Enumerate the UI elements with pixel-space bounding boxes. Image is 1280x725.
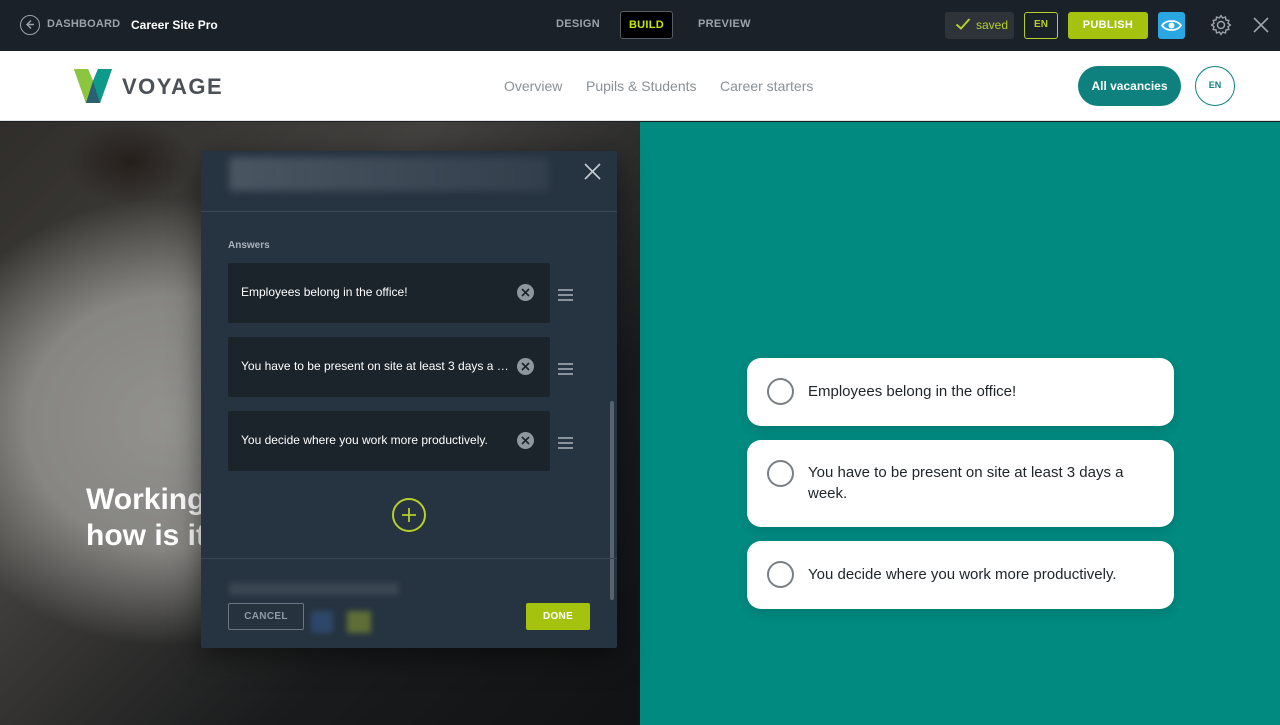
blurred-content [229, 583, 399, 595]
hero-title-line-2: how is it [86, 519, 206, 552]
modal-scrollbar[interactable] [610, 401, 614, 600]
site-header: VOYAGE Overview Pupils & Students Career… [0, 51, 1280, 121]
answers-section-label: Answers [228, 240, 270, 251]
remove-answer-button[interactable] [517, 358, 534, 375]
answer-option-label: You decide where you work more productiv… [808, 566, 1117, 583]
drag-handle-icon[interactable] [558, 289, 573, 304]
publish-button[interactable]: PUBLISH [1068, 12, 1148, 39]
editor-topbar: DASHBOARD Career Site Pro DESIGN BUILD P… [0, 0, 1280, 51]
answer-option-label: Employees belong in the office! [808, 383, 1017, 400]
nav-career-starters[interactable]: Career starters [720, 78, 813, 94]
answer-input-text[interactable]: You decide where you work more productiv… [241, 433, 509, 447]
modal-close-button[interactable] [584, 163, 601, 185]
site-name: Career Site Pro [131, 18, 218, 32]
clear-icon [521, 436, 530, 445]
saved-label: saved [976, 18, 1009, 32]
radio-button[interactable] [767, 561, 794, 588]
close-editor-button[interactable] [1253, 17, 1269, 38]
nav-overview[interactable]: Overview [504, 78, 562, 94]
blurred-modal-title [229, 157, 549, 191]
close-icon [584, 163, 601, 180]
check-icon [955, 18, 971, 30]
answer-option-2[interactable]: You have to be present on site at least … [747, 440, 1174, 527]
answer-input-row[interactable]: Employees belong in the office! [228, 263, 550, 323]
drag-handle-icon[interactable] [558, 437, 573, 452]
voyage-logo-icon[interactable] [74, 69, 112, 103]
answer-option-1[interactable]: Employees belong in the office! [747, 358, 1174, 426]
cancel-button[interactable]: CANCEL [228, 603, 304, 630]
remove-answer-button[interactable] [517, 284, 534, 301]
saved-indicator: saved [945, 12, 1014, 39]
tab-design[interactable]: DESIGN [556, 18, 600, 30]
back-arrow-icon[interactable] [20, 15, 40, 35]
settings-button[interactable] [1210, 14, 1232, 41]
answer-input-row[interactable]: You decide where you work more productiv… [228, 411, 550, 471]
tab-build[interactable]: BUILD [620, 11, 673, 39]
done-button[interactable]: DONE [526, 603, 590, 630]
drag-handle-icon[interactable] [558, 363, 573, 378]
nav-pupils-students[interactable]: Pupils & Students [586, 78, 697, 94]
plus-icon [402, 508, 416, 522]
answer-input-text[interactable]: You have to be present on site at least … [241, 359, 509, 373]
eye-icon [1161, 20, 1182, 31]
dashboard-link[interactable]: DASHBOARD [47, 18, 120, 30]
clear-icon [521, 288, 530, 297]
radio-button[interactable] [767, 378, 794, 405]
divider [201, 558, 617, 559]
divider [201, 211, 617, 212]
blurred-content [311, 611, 333, 633]
remove-answer-button[interactable] [517, 432, 534, 449]
answer-input-text[interactable]: Employees belong in the office! [241, 285, 509, 299]
blurred-content [347, 611, 371, 633]
preview-eye-button[interactable] [1158, 12, 1185, 39]
language-button[interactable]: EN [1024, 12, 1058, 39]
all-vacancies-button[interactable]: All vacancies [1078, 66, 1181, 106]
hero-title: Working how is it [86, 482, 206, 554]
radio-button[interactable] [767, 460, 794, 487]
answer-option-label: You have to be present on site at least … [808, 464, 1124, 502]
logo-text[interactable]: VOYAGE [122, 74, 223, 100]
answer-input-row[interactable]: You have to be present on site at least … [228, 337, 550, 397]
answers-panel: Employees belong in the office! You have… [640, 122, 1280, 725]
site-language-button[interactable]: EN [1195, 66, 1235, 106]
answer-option-3[interactable]: You decide where you work more productiv… [747, 541, 1174, 609]
clear-icon [521, 362, 530, 371]
tab-preview[interactable]: PREVIEW [698, 18, 751, 30]
add-answer-button[interactable] [392, 498, 426, 532]
close-icon [1253, 17, 1269, 33]
answers-edit-modal: Answers Employees belong in the office! … [201, 151, 617, 648]
hero-title-line-1: Working [86, 483, 206, 516]
gear-icon [1210, 14, 1232, 36]
